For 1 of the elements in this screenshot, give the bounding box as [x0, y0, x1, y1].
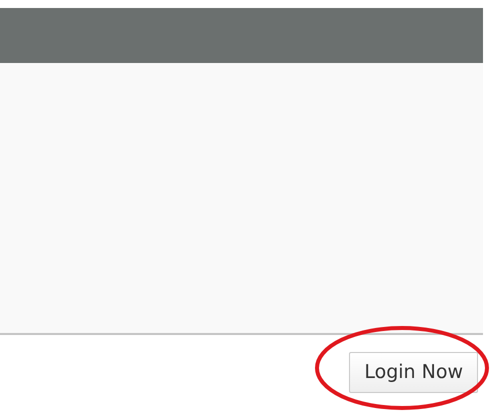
- login-button[interactable]: Login Now: [349, 352, 478, 393]
